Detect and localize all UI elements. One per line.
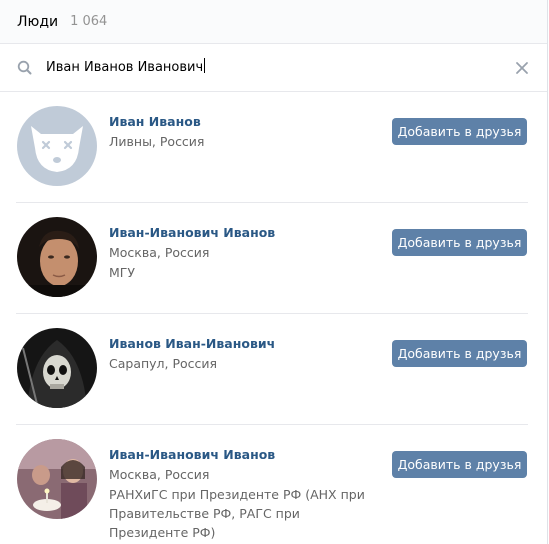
result-education: РАНХиГС при Президенте РФ (АНХ при Прави… [109,487,365,540]
add-friend-button[interactable]: Добавить в друзья [392,118,527,145]
default-camera-avatar-icon [17,106,97,186]
page-title: Люди [17,13,59,30]
result-location: Москва, Россия [109,245,210,260]
family-birthday-photo-icon [17,439,97,519]
search-query-text: Иван Иванов Иванович [46,60,204,75]
add-friend-button[interactable]: Добавить в друзья [392,451,527,478]
result-name-link[interactable]: Иван-Иванович Иванов [109,447,275,462]
result-education: МГУ [109,265,136,280]
result-location: Сарапул, Россия [109,356,218,371]
search-bar[interactable]: Иван Иванов Иванович [0,44,547,92]
results-count: 1 064 [70,14,108,29]
avatar[interactable] [17,439,97,519]
search-result-row: Иван-Иванович Иванов Москва, Россия РАНХ… [0,425,547,540]
young-man-photo-icon [17,217,97,297]
avatar[interactable] [17,328,97,408]
avatar[interactable] [17,217,97,297]
result-location: Ливны, Россия [109,134,205,149]
add-friend-button[interactable]: Добавить в друзья [392,340,527,367]
result-location: Москва, Россия [109,467,210,482]
result-name-link[interactable]: Иванов Иван-Иванович [109,336,275,351]
clear-search-icon[interactable] [515,61,529,75]
skull-reaper-photo-icon [17,328,97,408]
search-input[interactable]: Иван Иванов Иванович [46,58,206,75]
search-result-row: Иван-Иванович Иванов Москва, Россия МГУ … [0,203,547,314]
result-name-link[interactable]: Иван-Иванович Иванов [109,225,275,240]
search-result-row: Иванов Иван-Иванович Сарапул, Россия Доб… [0,314,547,425]
add-friend-button[interactable]: Добавить в друзья [392,229,527,256]
people-search-panel: Люди 1 064 Иван Иванов Иванович Иван Ива… [0,0,548,544]
search-icon [17,60,32,75]
avatar[interactable] [17,106,97,186]
panel-header: Люди 1 064 [0,0,547,44]
search-result-row: Иван Иванов Ливны, Россия Добавить в дру… [0,92,547,203]
result-name-link[interactable]: Иван Иванов [109,114,201,129]
text-cursor [204,58,206,73]
